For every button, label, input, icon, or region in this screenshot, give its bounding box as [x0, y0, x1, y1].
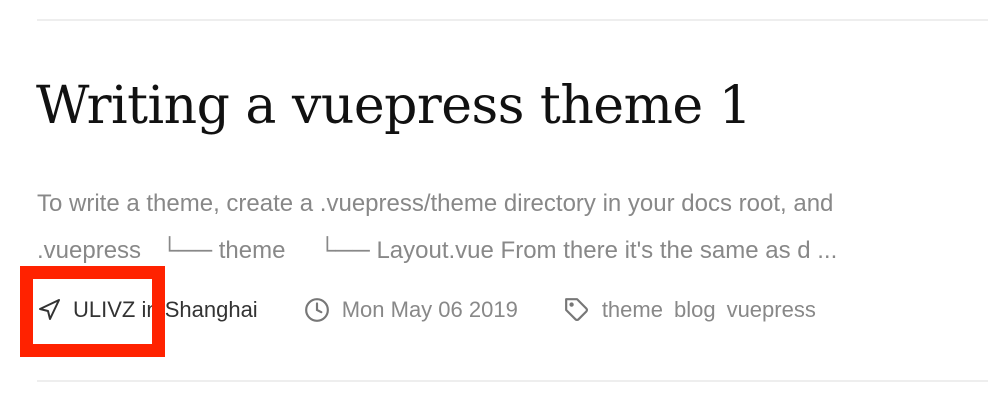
post-title[interactable]: Writing a vuepress theme 1: [36, 76, 752, 136]
bottom-divider: [37, 380, 988, 382]
highlight-box: [20, 266, 165, 357]
post-tags: theme blog vuepress: [564, 297, 827, 323]
post-excerpt: To write a theme, create a .vuepress/the…: [37, 180, 988, 274]
tag-link[interactable]: vuepress: [727, 297, 816, 323]
tag-icon: [564, 298, 588, 321]
excerpt-line: To write a theme, create a .vuepress/the…: [37, 190, 834, 217]
tag-link[interactable]: blog: [674, 297, 716, 323]
top-divider: [37, 19, 988, 21]
tag-link[interactable]: theme: [602, 297, 663, 323]
clock-icon: [304, 298, 329, 322]
post-date: Mon May 06 2019: [304, 297, 518, 323]
date-text: Mon May 06 2019: [341, 297, 518, 322]
excerpt-line: .vuepress └── theme └── Layout.vue From …: [37, 237, 838, 264]
